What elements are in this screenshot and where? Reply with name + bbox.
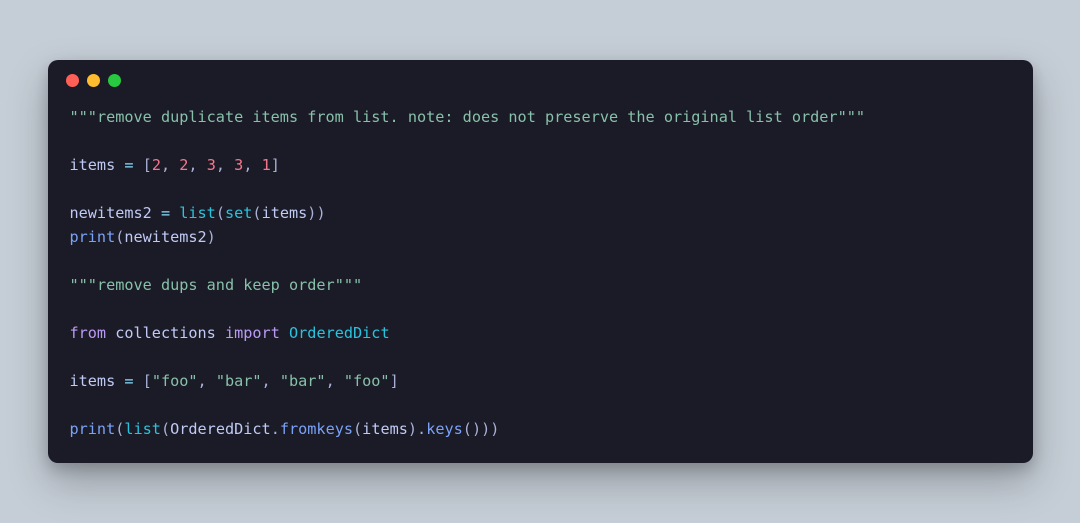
class-ordereddict: OrderedDict <box>289 324 390 342</box>
builtin-print: print <box>70 228 116 246</box>
builtin-list: list <box>179 204 216 222</box>
dot-op: . <box>271 420 280 438</box>
lparen: ( <box>161 420 170 438</box>
var-items2: items <box>70 372 116 390</box>
window-zoom-dot[interactable] <box>108 74 121 87</box>
rbracket: ] <box>271 156 280 174</box>
var-items: items <box>70 156 116 174</box>
rparen: ) <box>472 420 481 438</box>
class-ordereddict-ref: OrderedDict <box>170 420 271 438</box>
docstring-close: """ <box>838 108 865 126</box>
kw-from: from <box>70 324 107 342</box>
lparen: ( <box>115 228 124 246</box>
str-literal: "foo" <box>344 372 390 390</box>
lparen: ( <box>463 420 472 438</box>
comma: , <box>216 156 234 174</box>
comma: , <box>198 372 216 390</box>
builtin-print: print <box>70 420 116 438</box>
lparen: ( <box>115 420 124 438</box>
num-literal: 2 <box>152 156 161 174</box>
method-keys: keys <box>426 420 463 438</box>
docstring2-close: """ <box>335 276 362 294</box>
rparen: ) <box>481 420 490 438</box>
module-collections: collections <box>115 324 216 342</box>
str-literal: "bar" <box>216 372 262 390</box>
comma: , <box>326 372 344 390</box>
var-items-ref: items <box>262 204 308 222</box>
code-area: """remove duplicate items from list. not… <box>48 91 1033 463</box>
comma: , <box>243 156 261 174</box>
rparen: ) <box>316 204 325 222</box>
assign-op: = <box>115 156 142 174</box>
docstring-open: """ <box>70 108 97 126</box>
docstring-text: remove duplicate items from list. note: … <box>97 108 838 126</box>
code-window: """remove duplicate items from list. not… <box>48 60 1033 463</box>
str-literal: "bar" <box>280 372 326 390</box>
comma: , <box>262 372 280 390</box>
docstring2-open: """ <box>70 276 97 294</box>
num-literal: 3 <box>234 156 243 174</box>
builtin-set: set <box>225 204 252 222</box>
lbracket: [ <box>143 156 152 174</box>
var-newitems: newitems2 <box>70 204 152 222</box>
num-literal: 1 <box>262 156 271 174</box>
method-fromkeys: fromkeys <box>280 420 353 438</box>
lparen: ( <box>216 204 225 222</box>
lbracket: [ <box>143 372 152 390</box>
kw-import: import <box>225 324 280 342</box>
builtin-list: list <box>124 420 161 438</box>
window-titlebar <box>48 60 1033 91</box>
rbracket: ] <box>390 372 399 390</box>
docstring2-text: remove dups and keep order <box>97 276 335 294</box>
lparen: ( <box>353 420 362 438</box>
assign-op: = <box>152 204 179 222</box>
dot-op: . <box>417 420 426 438</box>
rparen: ) <box>207 228 216 246</box>
assign-op: = <box>115 372 142 390</box>
str-literal: "foo" <box>152 372 198 390</box>
num-literal: 3 <box>207 156 216 174</box>
comma: , <box>161 156 179 174</box>
rparen: ) <box>490 420 499 438</box>
rparen: ) <box>408 420 417 438</box>
window-close-dot[interactable] <box>66 74 79 87</box>
var-items-ref: items <box>362 420 408 438</box>
lparen: ( <box>252 204 261 222</box>
window-minimize-dot[interactable] <box>87 74 100 87</box>
comma: , <box>188 156 206 174</box>
var-newitems-ref: newitems2 <box>124 228 206 246</box>
